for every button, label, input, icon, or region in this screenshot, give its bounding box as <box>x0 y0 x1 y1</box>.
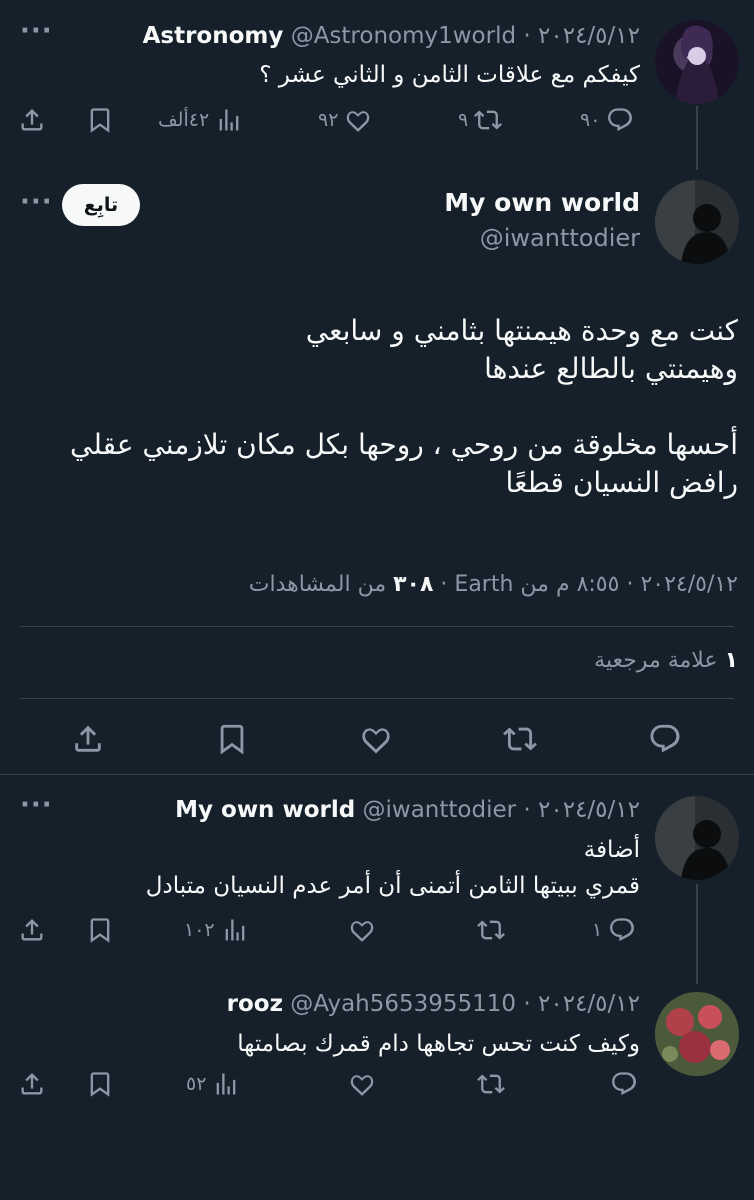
tweet-line: قمري ببيتها الثامن أتمنى أن أمر عدم النس… <box>145 873 640 899</box>
retweet-button[interactable] <box>477 916 505 944</box>
author-name[interactable]: Astronomy <box>143 23 284 49</box>
reply-icon <box>610 1070 638 1098</box>
retweet-button[interactable]: ٩ <box>458 106 502 134</box>
avatar[interactable] <box>655 180 739 264</box>
reply-count: ٩٠ <box>580 109 601 131</box>
bookmark-button[interactable] <box>215 722 249 756</box>
share-icon <box>18 916 46 944</box>
reply-icon <box>648 722 682 756</box>
tweet-header: My own world @iwanttodier · ٢٠٢٤/٥/١٢ <box>175 797 640 823</box>
share-icon <box>18 106 46 134</box>
thread-line <box>696 884 698 984</box>
avatar[interactable] <box>655 20 739 104</box>
reply-count: ١ <box>592 919 603 941</box>
tweet-line: رافض النسيان قطعًا <box>505 466 738 499</box>
follow-button[interactable]: تابِع <box>62 184 140 226</box>
avatar[interactable] <box>655 796 739 880</box>
author-handle[interactable]: @Ayah5653955110 <box>290 991 516 1017</box>
tweet-text: أضافة قمري ببيتها الثامن أتمنى أن أمر عد… <box>146 832 640 904</box>
retweet-count: ٩ <box>458 109 469 131</box>
reply-button[interactable]: ١ <box>592 916 636 944</box>
reply-icon <box>606 106 634 134</box>
share-icon <box>71 722 105 756</box>
more-icon[interactable]: ··· <box>20 187 53 217</box>
like-icon <box>348 916 376 944</box>
views-label: من المشاهدات <box>248 572 387 597</box>
reply-button[interactable]: ٩٠ <box>580 106 634 134</box>
more-icon[interactable]: ··· <box>20 16 53 46</box>
tweet-line: أضافة <box>583 837 640 863</box>
tweet-header: rooz @Ayah5653955110 · ٢٠٢٤/٥/١٢ <box>226 991 640 1017</box>
reply-button[interactable] <box>610 1070 638 1098</box>
share-button[interactable] <box>18 1070 46 1098</box>
tweet-date[interactable]: ٢٠٢٤/٥/١٢ <box>538 797 640 823</box>
tweet-date[interactable]: ٢٠٢٤/٥/١٢ <box>538 991 640 1017</box>
like-button[interactable] <box>348 916 376 944</box>
tweet-line: كنت مع وحدة هيمنتها بثامني و سابعي <box>305 314 738 347</box>
tweet-line: أحسها مخلوقة من روحي ، روحها بكل مكان تل… <box>70 428 738 461</box>
views-count: ٥٢ <box>186 1073 207 1095</box>
retweet-button[interactable] <box>477 1070 505 1098</box>
like-icon <box>344 106 372 134</box>
share-button[interactable] <box>18 106 46 134</box>
views-icon <box>221 916 249 944</box>
tweet-line: وهيمنتي بالطالع عندها <box>484 352 738 385</box>
author-name[interactable]: My own world <box>175 797 355 823</box>
reply-icon <box>608 916 636 944</box>
views-icon <box>215 106 243 134</box>
divider <box>20 626 734 627</box>
thread-line <box>696 106 698 170</box>
author-name[interactable]: My own world <box>444 188 640 217</box>
avatar[interactable] <box>655 992 739 1076</box>
like-button[interactable] <box>359 722 393 756</box>
bookmark-icon <box>86 1070 114 1098</box>
bookmark-button[interactable] <box>86 106 114 134</box>
reply-button[interactable] <box>648 722 682 756</box>
divider <box>0 774 754 775</box>
tweet-text: كنت مع وحدة هيمنتها بثامني و سابعي وهيمن… <box>38 312 738 502</box>
like-count: ٩٢ <box>318 109 339 131</box>
tweet-date[interactable]: ٢٠٢٤/٥/١٢ <box>640 572 738 597</box>
share-icon <box>18 1070 46 1098</box>
bookmark-button[interactable] <box>86 1070 114 1098</box>
more-icon[interactable]: ··· <box>20 790 53 820</box>
views-button[interactable]: ١٠٢ <box>184 916 249 944</box>
views-icon <box>212 1070 240 1098</box>
like-button[interactable] <box>348 1070 376 1098</box>
tweet-time[interactable]: ٨:٥٥ م <box>556 572 620 597</box>
author-handle[interactable]: @iwanttodier <box>363 797 517 823</box>
share-button[interactable] <box>71 722 105 756</box>
author-name[interactable]: rooz <box>227 991 283 1017</box>
views-count: ٣٠٨ <box>393 572 434 597</box>
bookmarks-count: ١ <box>724 648 738 673</box>
views-button[interactable]: ٤٢ألف <box>158 106 243 134</box>
retweet-button[interactable] <box>503 722 537 756</box>
like-icon <box>359 722 393 756</box>
tweet-source: من Earth <box>454 572 549 597</box>
divider <box>20 698 734 699</box>
bookmark-icon <box>86 916 114 944</box>
tweet-text: وكيف كنت تحس تجاهها دام قمرك بصامتها <box>237 1031 640 1057</box>
tweet-header: Astronomy @Astronomy1world · ٢٠٢٤/٥/١٢ <box>142 23 640 49</box>
author-handle[interactable]: @Astronomy1world <box>291 23 516 49</box>
bookmarks-stat[interactable]: ١ علامة مرجعية <box>594 648 738 673</box>
views-count: ١٠٢ <box>184 919 215 941</box>
views-button[interactable]: ٥٢ <box>186 1070 240 1098</box>
retweet-icon <box>474 106 502 134</box>
bookmark-icon <box>215 722 249 756</box>
bookmarks-label: علامة مرجعية <box>594 648 718 673</box>
retweet-icon <box>477 916 505 944</box>
tweet-meta: ٢٠٢٤/٥/١٢ · ٨:٥٥ م من Earth · ٣٠٨ من الم… <box>248 572 738 597</box>
share-button[interactable] <box>18 916 46 944</box>
retweet-icon <box>477 1070 505 1098</box>
tweet-date[interactable]: ٢٠٢٤/٥/١٢ <box>538 23 640 49</box>
bookmark-icon <box>86 106 114 134</box>
tweet-text: كيفكم مع علاقات الثامن و الثاني عشر ؟ <box>259 62 640 88</box>
like-button[interactable]: ٩٢ <box>318 106 372 134</box>
author-handle[interactable]: @iwanttodier <box>480 224 640 252</box>
retweet-icon <box>503 722 537 756</box>
bookmark-button[interactable] <box>86 916 114 944</box>
views-count: ٤٢ألف <box>158 109 210 131</box>
like-icon <box>348 1070 376 1098</box>
